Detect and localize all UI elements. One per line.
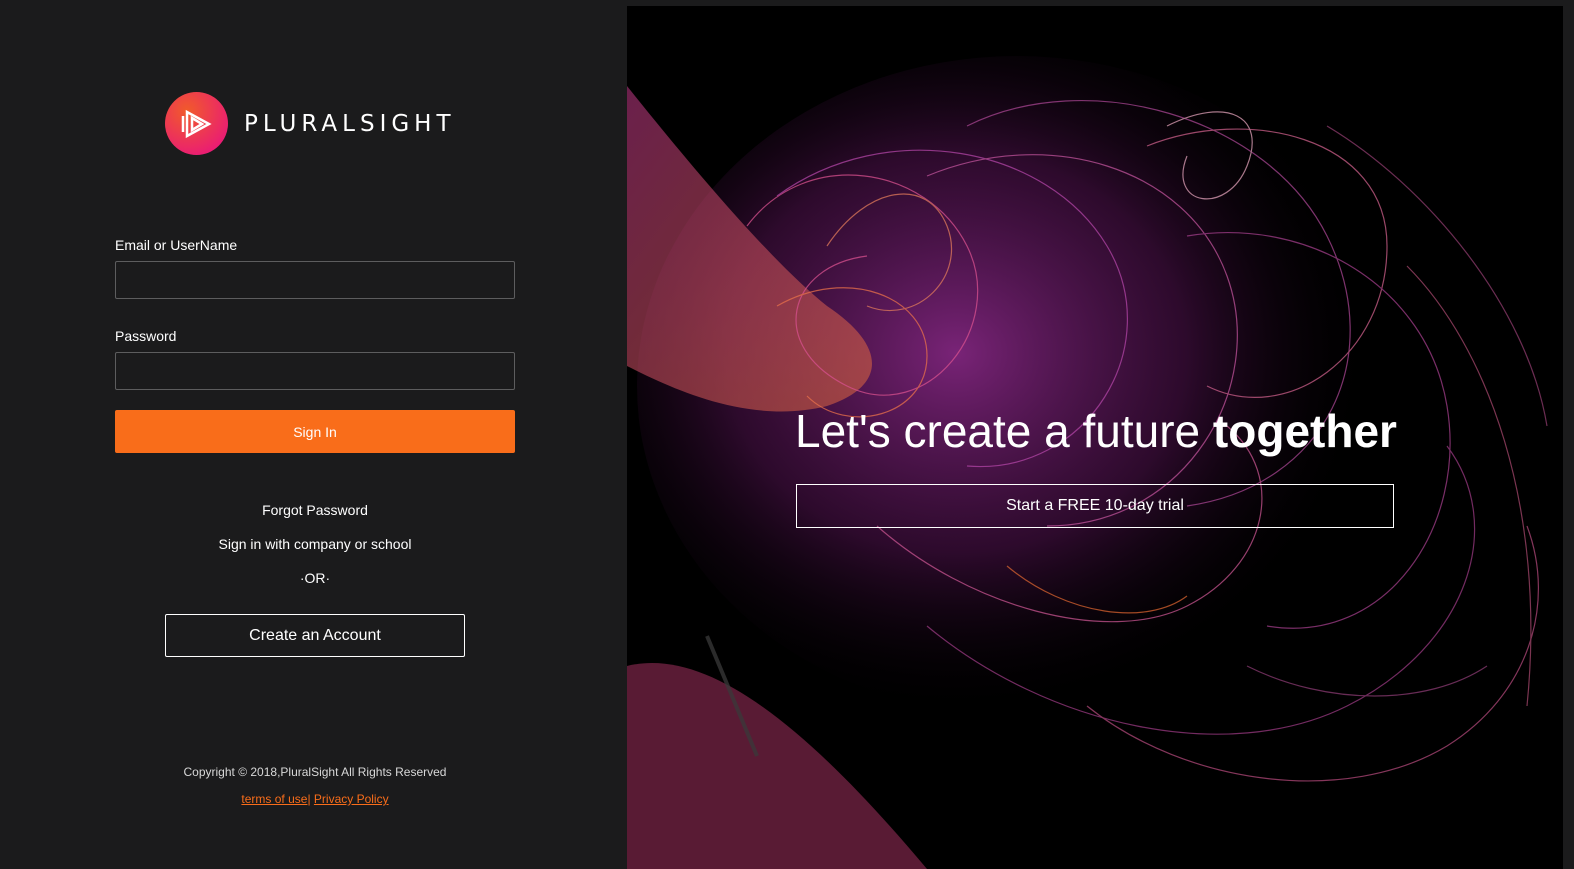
password-input[interactable] [115, 352, 515, 390]
forgot-password-link[interactable]: Forgot Password [115, 502, 515, 518]
page-scrollbar[interactable] [1563, 6, 1574, 869]
free-trial-button[interactable]: Start a FREE 10-day trial [796, 484, 1394, 528]
password-label: Password [115, 328, 177, 344]
brand-logo: PLURALSIGHT [165, 92, 456, 155]
headline-bold-text: together [1212, 405, 1397, 457]
brand-name: PLURALSIGHT [244, 110, 456, 137]
terms-of-use-link[interactable]: terms of use [241, 792, 307, 806]
footer-links: terms of use| Privacy Policy [115, 792, 515, 806]
headline-light-text: Let's create a future [795, 405, 1213, 457]
create-account-button[interactable]: Create an Account [165, 614, 465, 657]
sign-in-button[interactable]: Sign In [115, 410, 515, 453]
privacy-policy-link[interactable]: Privacy Policy [314, 792, 389, 806]
or-divider: ·OR· [299, 570, 331, 586]
pluralsight-play-icon [165, 92, 228, 155]
company-signin-link[interactable]: Sign in with company or school [115, 536, 515, 552]
login-page: PLURALSIGHT Email or UserName Password S… [0, 0, 1574, 869]
email-input[interactable] [115, 261, 515, 299]
login-panel: PLURALSIGHT Email or UserName Password S… [0, 0, 627, 869]
footer-separator: | [307, 792, 311, 806]
hero-panel: Let's create a future together Start a F… [627, 6, 1563, 869]
email-label: Email or UserName [115, 237, 238, 253]
hero-headline: Let's create a future together [795, 404, 1397, 458]
copyright-text: Copyright © 2018,PluralSight All Rights … [183, 765, 447, 779]
